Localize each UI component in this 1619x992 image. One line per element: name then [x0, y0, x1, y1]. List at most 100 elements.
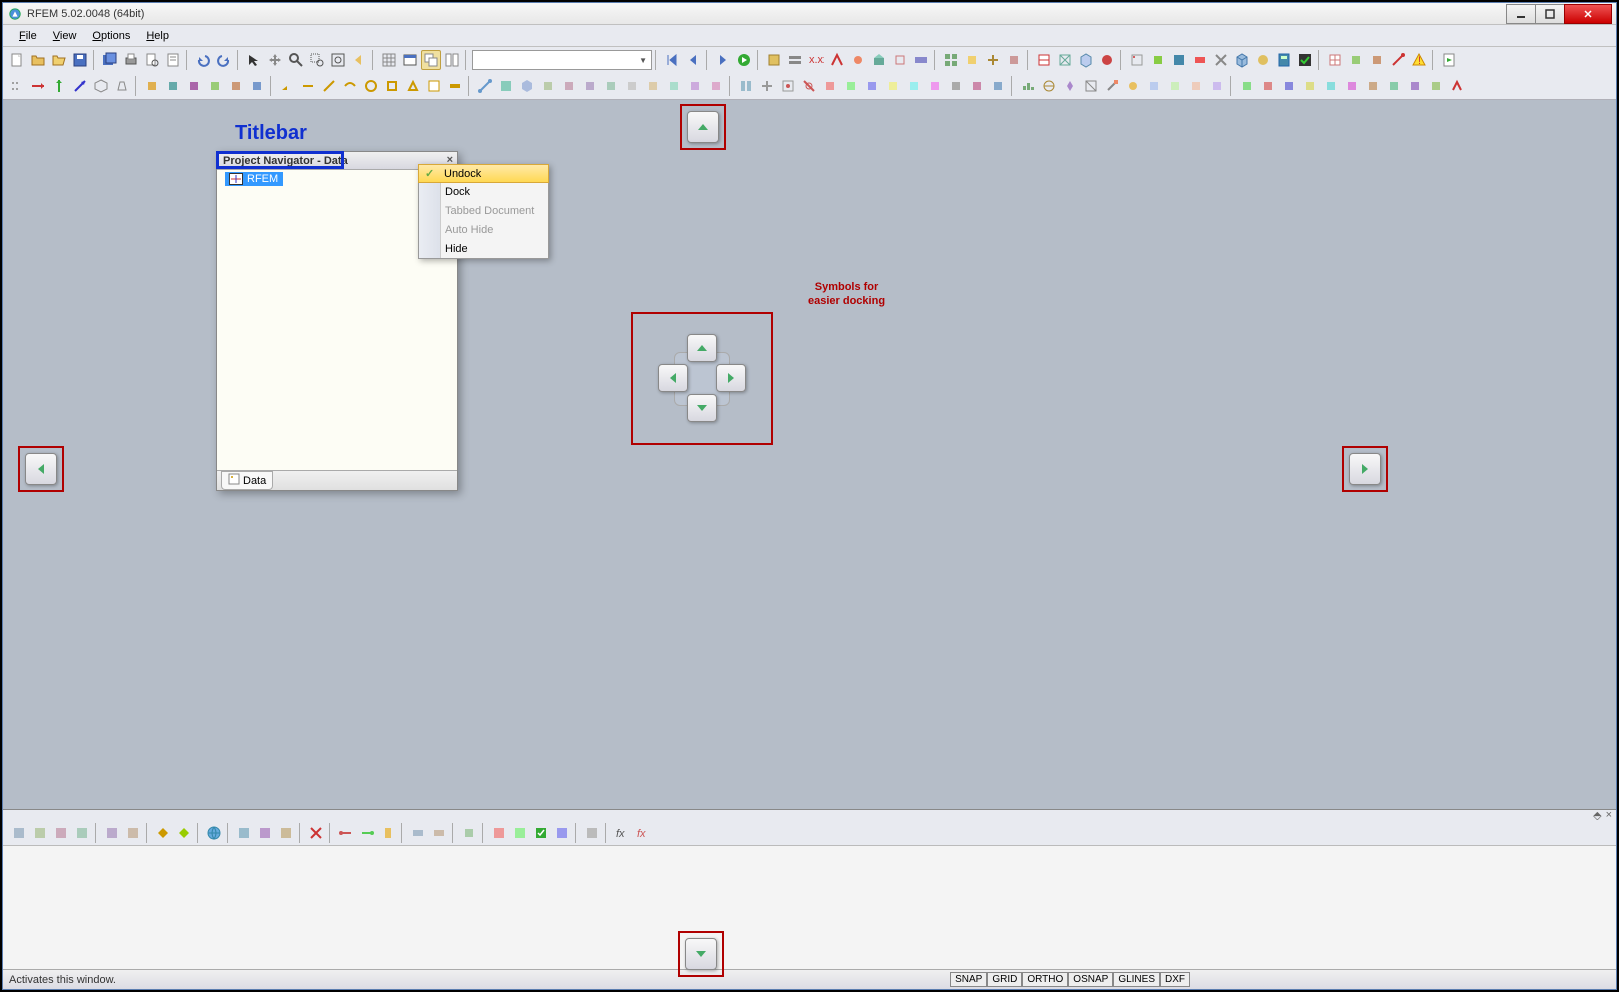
bt-icon-9[interactable] — [234, 823, 254, 843]
t2-icon-59[interactable] — [1405, 76, 1425, 96]
tool-f-icon[interactable] — [911, 50, 931, 70]
zoom-icon[interactable] — [286, 50, 306, 70]
t2-icon-6[interactable] — [247, 76, 267, 96]
status-osnap[interactable]: OSNAP — [1068, 972, 1113, 987]
t2-icon-13[interactable] — [403, 76, 423, 96]
tool-section-icon[interactable] — [1034, 50, 1054, 70]
tool-c-icon[interactable] — [827, 50, 847, 70]
t2-icon-39[interactable] — [967, 76, 987, 96]
tool-m-icon[interactable] — [1169, 50, 1189, 70]
t2-icon-44[interactable] — [1081, 76, 1101, 96]
t2-icon-58[interactable] — [1384, 76, 1404, 96]
bt-icon-18[interactable] — [459, 823, 479, 843]
t2-icon-35[interactable] — [883, 76, 903, 96]
tool-play-icon[interactable] — [1439, 50, 1459, 70]
t2-icon-16[interactable] — [475, 76, 495, 96]
t2-icon-18[interactable] — [517, 76, 537, 96]
ctx-hide[interactable]: Hide — [419, 239, 548, 258]
axis-x-icon[interactable] — [28, 76, 48, 96]
tool-color-icon[interactable] — [1097, 50, 1117, 70]
table-icon[interactable] — [400, 50, 420, 70]
status-grid[interactable]: GRID — [987, 972, 1022, 987]
ctx-dock[interactable]: Dock — [419, 182, 548, 201]
t2-icon-57[interactable] — [1363, 76, 1383, 96]
tile-icon[interactable] — [442, 50, 462, 70]
axis-y-icon[interactable] — [49, 76, 69, 96]
t2-icon-25[interactable] — [664, 76, 684, 96]
status-snap[interactable]: SNAP — [950, 972, 987, 987]
t2-icon-19[interactable] — [538, 76, 558, 96]
open-file-icon[interactable] — [28, 50, 48, 70]
bt-icon-fx1[interactable]: fx — [612, 823, 632, 843]
t2-icon-7[interactable] — [277, 76, 297, 96]
undo-icon[interactable] — [193, 50, 213, 70]
tool-g-icon[interactable] — [941, 50, 961, 70]
t2-icon-23[interactable] — [622, 76, 642, 96]
tool-e-icon[interactable] — [890, 50, 910, 70]
dock-target-right[interactable] — [1349, 453, 1381, 485]
menu-help[interactable]: Help — [138, 28, 177, 44]
tool-p-icon[interactable] — [1253, 50, 1273, 70]
t2-icon-48[interactable] — [1165, 76, 1185, 96]
t2-icon-27[interactable] — [706, 76, 726, 96]
tool-h-icon[interactable] — [962, 50, 982, 70]
t2-icon-9[interactable] — [319, 76, 339, 96]
t2-icon-2[interactable] — [163, 76, 183, 96]
tool-xxx-icon[interactable]: x.xx — [806, 50, 826, 70]
tool-wire-icon[interactable] — [1055, 50, 1075, 70]
nav-next-icon[interactable] — [713, 50, 733, 70]
tool-render-icon[interactable] — [869, 50, 889, 70]
bt-icon-7[interactable] — [153, 823, 173, 843]
nav-prev-icon[interactable] — [683, 50, 703, 70]
t2-icon-46[interactable] — [1123, 76, 1143, 96]
tool-excl-icon[interactable]: ! — [1409, 50, 1429, 70]
save-all-icon[interactable] — [100, 50, 120, 70]
status-glines[interactable]: GLINES — [1113, 972, 1160, 987]
new-file-icon[interactable] — [7, 50, 27, 70]
t2-icon-31[interactable] — [799, 76, 819, 96]
print-icon[interactable] — [121, 50, 141, 70]
t2-icon-3[interactable] — [184, 76, 204, 96]
bt-icon-4[interactable] — [72, 823, 92, 843]
tool-check-icon[interactable] — [1295, 50, 1315, 70]
t2-icon-33[interactable] — [841, 76, 861, 96]
menu-view[interactable]: View — [45, 28, 85, 44]
bt-icon-10[interactable] — [255, 823, 275, 843]
bt-icon-19[interactable] — [489, 823, 509, 843]
bt-icon-14[interactable] — [357, 823, 377, 843]
pan-icon[interactable] — [265, 50, 285, 70]
bt-icon-12[interactable] — [306, 823, 326, 843]
tool-s-icon[interactable] — [1367, 50, 1387, 70]
bt-icon-15[interactable] — [378, 823, 398, 843]
t2-icon-1[interactable] — [142, 76, 162, 96]
tool-k-icon[interactable] — [1127, 50, 1147, 70]
bt-icon-fx2[interactable]: fx — [633, 823, 653, 843]
previous-view-icon[interactable] — [349, 50, 369, 70]
tool-cube-icon[interactable] — [1232, 50, 1252, 70]
maximize-button[interactable] — [1535, 4, 1565, 24]
tool-n-icon[interactable] — [1190, 50, 1210, 70]
tool-d-icon[interactable] — [848, 50, 868, 70]
bt-icon-17[interactable] — [429, 823, 449, 843]
bt-icon-11[interactable] — [276, 823, 296, 843]
t2-icon-51[interactable] — [1237, 76, 1257, 96]
t2-icon-12[interactable] — [382, 76, 402, 96]
t2-icon-22[interactable] — [601, 76, 621, 96]
select-icon[interactable] — [244, 50, 264, 70]
t2-icon-54[interactable] — [1300, 76, 1320, 96]
t2-icon-14[interactable] — [424, 76, 444, 96]
zoom-all-icon[interactable] — [328, 50, 348, 70]
tool-calc-icon[interactable] — [1274, 50, 1294, 70]
t2-icon-8[interactable] — [298, 76, 318, 96]
status-ortho[interactable]: ORTHO — [1022, 972, 1068, 987]
panel-tab-data[interactable]: Data — [221, 471, 273, 490]
bt-icon-21[interactable] — [531, 823, 551, 843]
save-icon[interactable] — [70, 50, 90, 70]
t2-icon-52[interactable] — [1258, 76, 1278, 96]
t2-icon-55[interactable] — [1321, 76, 1341, 96]
cascade-icon[interactable] — [421, 50, 441, 70]
bt-icon-1[interactable] — [9, 823, 29, 843]
t2-icon-30[interactable] — [778, 76, 798, 96]
t2-icon-60[interactable] — [1426, 76, 1446, 96]
dock-target-top[interactable] — [687, 111, 719, 143]
